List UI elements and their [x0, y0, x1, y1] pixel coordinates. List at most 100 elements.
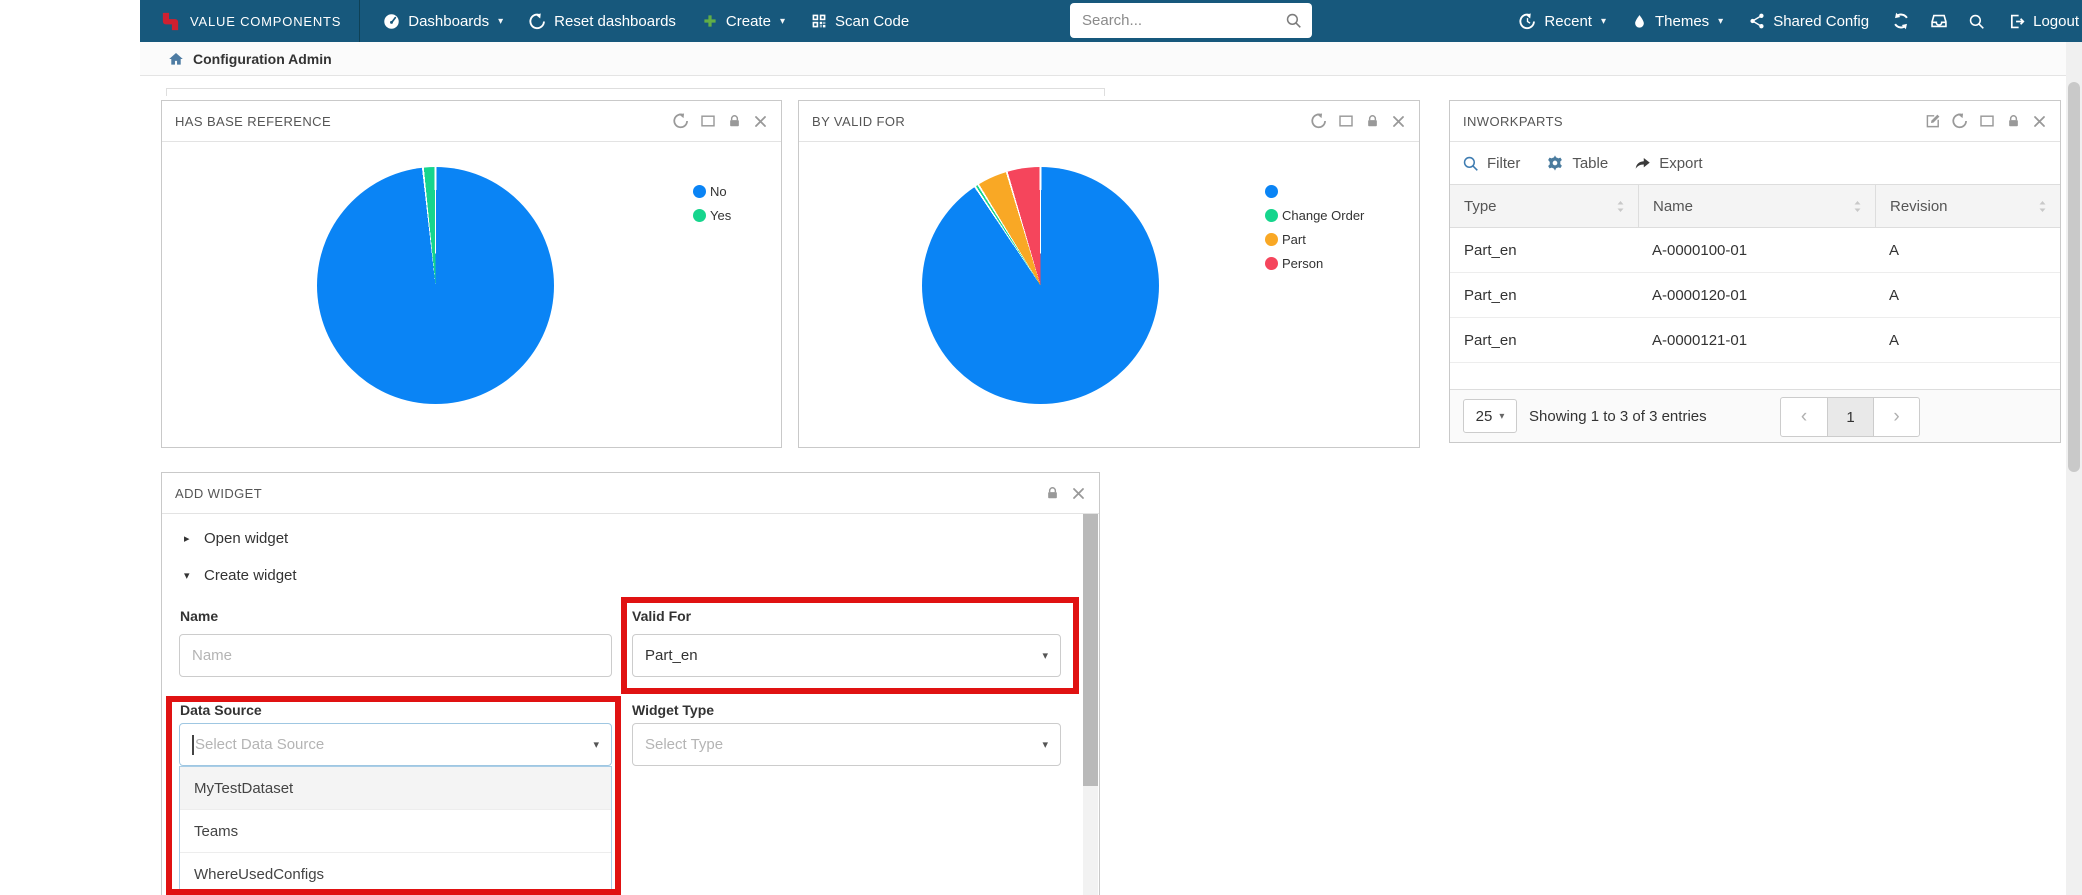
next-page-button[interactable]: › [1873, 398, 1919, 436]
nav-item-shared-config[interactable]: Shared Config [1736, 0, 1882, 42]
page-size-select[interactable]: 25 ▾ [1463, 399, 1517, 433]
tray-icon [1930, 12, 1948, 30]
column-header-revision[interactable]: Revision [1875, 185, 2060, 227]
table-cell: A-0000121-01 [1638, 318, 1875, 362]
nav-item-create[interactable]: Create▾ [689, 0, 798, 42]
search-input[interactable] [1080, 11, 1285, 30]
table-empty-space [1450, 363, 2060, 389]
caret-down-icon: ▾ [1601, 16, 1606, 27]
refresh-icon[interactable] [1952, 113, 1968, 129]
legend-item[interactable]: Yes [693, 206, 731, 224]
legend-dot [1265, 257, 1278, 270]
refresh-icon[interactable] [1311, 113, 1327, 129]
legend-item[interactable]: Change Order [1265, 206, 1364, 224]
name-input[interactable] [179, 634, 612, 677]
lock-icon[interactable] [2006, 113, 2021, 129]
close-icon[interactable] [753, 114, 768, 129]
close-icon[interactable] [2032, 114, 2047, 129]
table-cell: Part_en [1450, 318, 1638, 362]
panel-scrollbar[interactable] [1083, 514, 1098, 895]
column-label: Revision [1890, 198, 1948, 215]
table-row[interactable]: Part_enA-0000120-01A [1450, 273, 2060, 318]
current-page[interactable]: 1 [1827, 398, 1873, 436]
column-header-type[interactable]: Type [1450, 185, 1638, 227]
legend-item[interactable]: Person [1265, 254, 1364, 272]
sort-icon[interactable] [1852, 200, 1863, 213]
lock-icon[interactable] [727, 113, 742, 129]
widget-title: BY VALID FOR [812, 114, 905, 129]
nav-item-label: Recent [1544, 13, 1592, 30]
lock-icon[interactable] [1365, 113, 1380, 129]
table-header: TypeName Revision [1450, 184, 2060, 228]
page-size-value: 25 [1476, 408, 1493, 425]
refresh-icon[interactable] [673, 113, 689, 129]
close-icon[interactable] [1391, 114, 1406, 129]
lock-icon[interactable] [1045, 485, 1060, 501]
home-icon[interactable] [168, 51, 184, 67]
nav-item-label: Dashboards [408, 13, 489, 30]
brand[interactable]: VALUE COMPONENTS [140, 0, 359, 42]
maximize-icon[interactable] [700, 113, 716, 129]
close-icon[interactable] [1071, 486, 1086, 501]
option-WhereUsedConfigs[interactable]: WhereUsedConfigs [180, 853, 611, 895]
search-icon[interactable] [1285, 12, 1302, 29]
legend-item[interactable]: No [693, 182, 731, 200]
brand-name: VALUE COMPONENTS [190, 14, 341, 29]
data-source-options: MyTestDatasetTeamsWhereUsedConfigs [179, 766, 612, 895]
nav-item-scan-code[interactable]: Scan Code [798, 0, 922, 42]
widget-header: INWORKPARTS [1450, 101, 2060, 142]
droplet-icon [1632, 14, 1647, 29]
valid-for-field-label: Valid For [632, 608, 691, 624]
nav-item-themes[interactable]: Themes▾ [1619, 0, 1736, 42]
prev-page-button[interactable]: ‹ [1781, 398, 1827, 436]
table-row[interactable]: Part_enA-0000121-01A [1450, 318, 2060, 363]
valid-for-select[interactable]: Part_en ▾ [632, 634, 1061, 677]
maximize-icon[interactable] [1979, 113, 1995, 129]
toolbar-label: Filter [1487, 155, 1520, 172]
create-widget-expander[interactable]: ▾ Create widget [184, 567, 297, 584]
table-cell: A-0000120-01 [1638, 273, 1875, 317]
text-cursor [192, 735, 194, 755]
option-MyTestDataset[interactable]: MyTestDataset [180, 767, 611, 810]
table-cell: A [1875, 228, 2060, 272]
share-icon [1749, 13, 1765, 29]
caret-down-icon: ▾ [1042, 649, 1048, 662]
nav-item-recent[interactable]: Recent ▾ [1506, 0, 1619, 42]
toolbar-filter-button[interactable]: Filter [1462, 155, 1520, 172]
widget-type-field-label: Widget Type [632, 702, 714, 718]
table-cell: Part_en [1450, 273, 1638, 317]
breadcrumb-label[interactable]: Configuration Admin [193, 51, 332, 67]
nav-item-dashboards[interactable]: Dashboards▾ [370, 0, 516, 42]
nav-item-search[interactable] [1958, 0, 1995, 42]
open-widget-expander[interactable]: ▸ Open widget [184, 530, 288, 547]
nav-item-logout[interactable]: Logout [1995, 0, 2082, 42]
page-scrollbar[interactable] [2066, 42, 2082, 895]
toolbar-table-button[interactable]: Table [1546, 154, 1608, 172]
page-scrollbar-thumb[interactable] [2068, 82, 2080, 472]
chart-legend: Change Order Part Person [1265, 182, 1364, 272]
nav-item-reset-dashboards[interactable]: Reset dashboards [516, 0, 689, 42]
data-source-select[interactable]: Select Data Source ▾ [179, 723, 612, 766]
legend-item[interactable] [1265, 182, 1364, 200]
showing-entries: Showing 1 to 3 of 3 entries [1529, 408, 1707, 425]
nav-item-notifications[interactable] [1920, 0, 1958, 42]
qr-icon [811, 13, 827, 29]
navbar-right-menu: Recent ▾ Themes▾Shared Config Logout [1506, 0, 2082, 42]
legend-item[interactable]: Part [1265, 230, 1364, 248]
pie-chart-by-valid-for [922, 167, 1159, 404]
nav-item-sync[interactable] [1882, 0, 1920, 42]
widget-type-select[interactable]: Select Type ▾ [632, 723, 1061, 766]
legend-label: Yes [710, 208, 731, 223]
edit-icon[interactable] [1925, 113, 1941, 129]
breadcrumb: Configuration Admin [140, 42, 2082, 76]
toolbar-label: Table [1572, 155, 1608, 172]
maximize-icon[interactable] [1338, 113, 1354, 129]
sort-icon[interactable] [1615, 200, 1626, 213]
column-header-name[interactable]: Name [1638, 185, 1875, 227]
option-Teams[interactable]: Teams [180, 810, 611, 853]
legend-dot [1265, 233, 1278, 246]
sort-icon[interactable] [2037, 200, 2048, 213]
table-row[interactable]: Part_enA-0000100-01A [1450, 228, 2060, 273]
panel-scrollbar-thumb[interactable] [1083, 514, 1098, 786]
toolbar-export-button[interactable]: Export [1634, 155, 1702, 172]
